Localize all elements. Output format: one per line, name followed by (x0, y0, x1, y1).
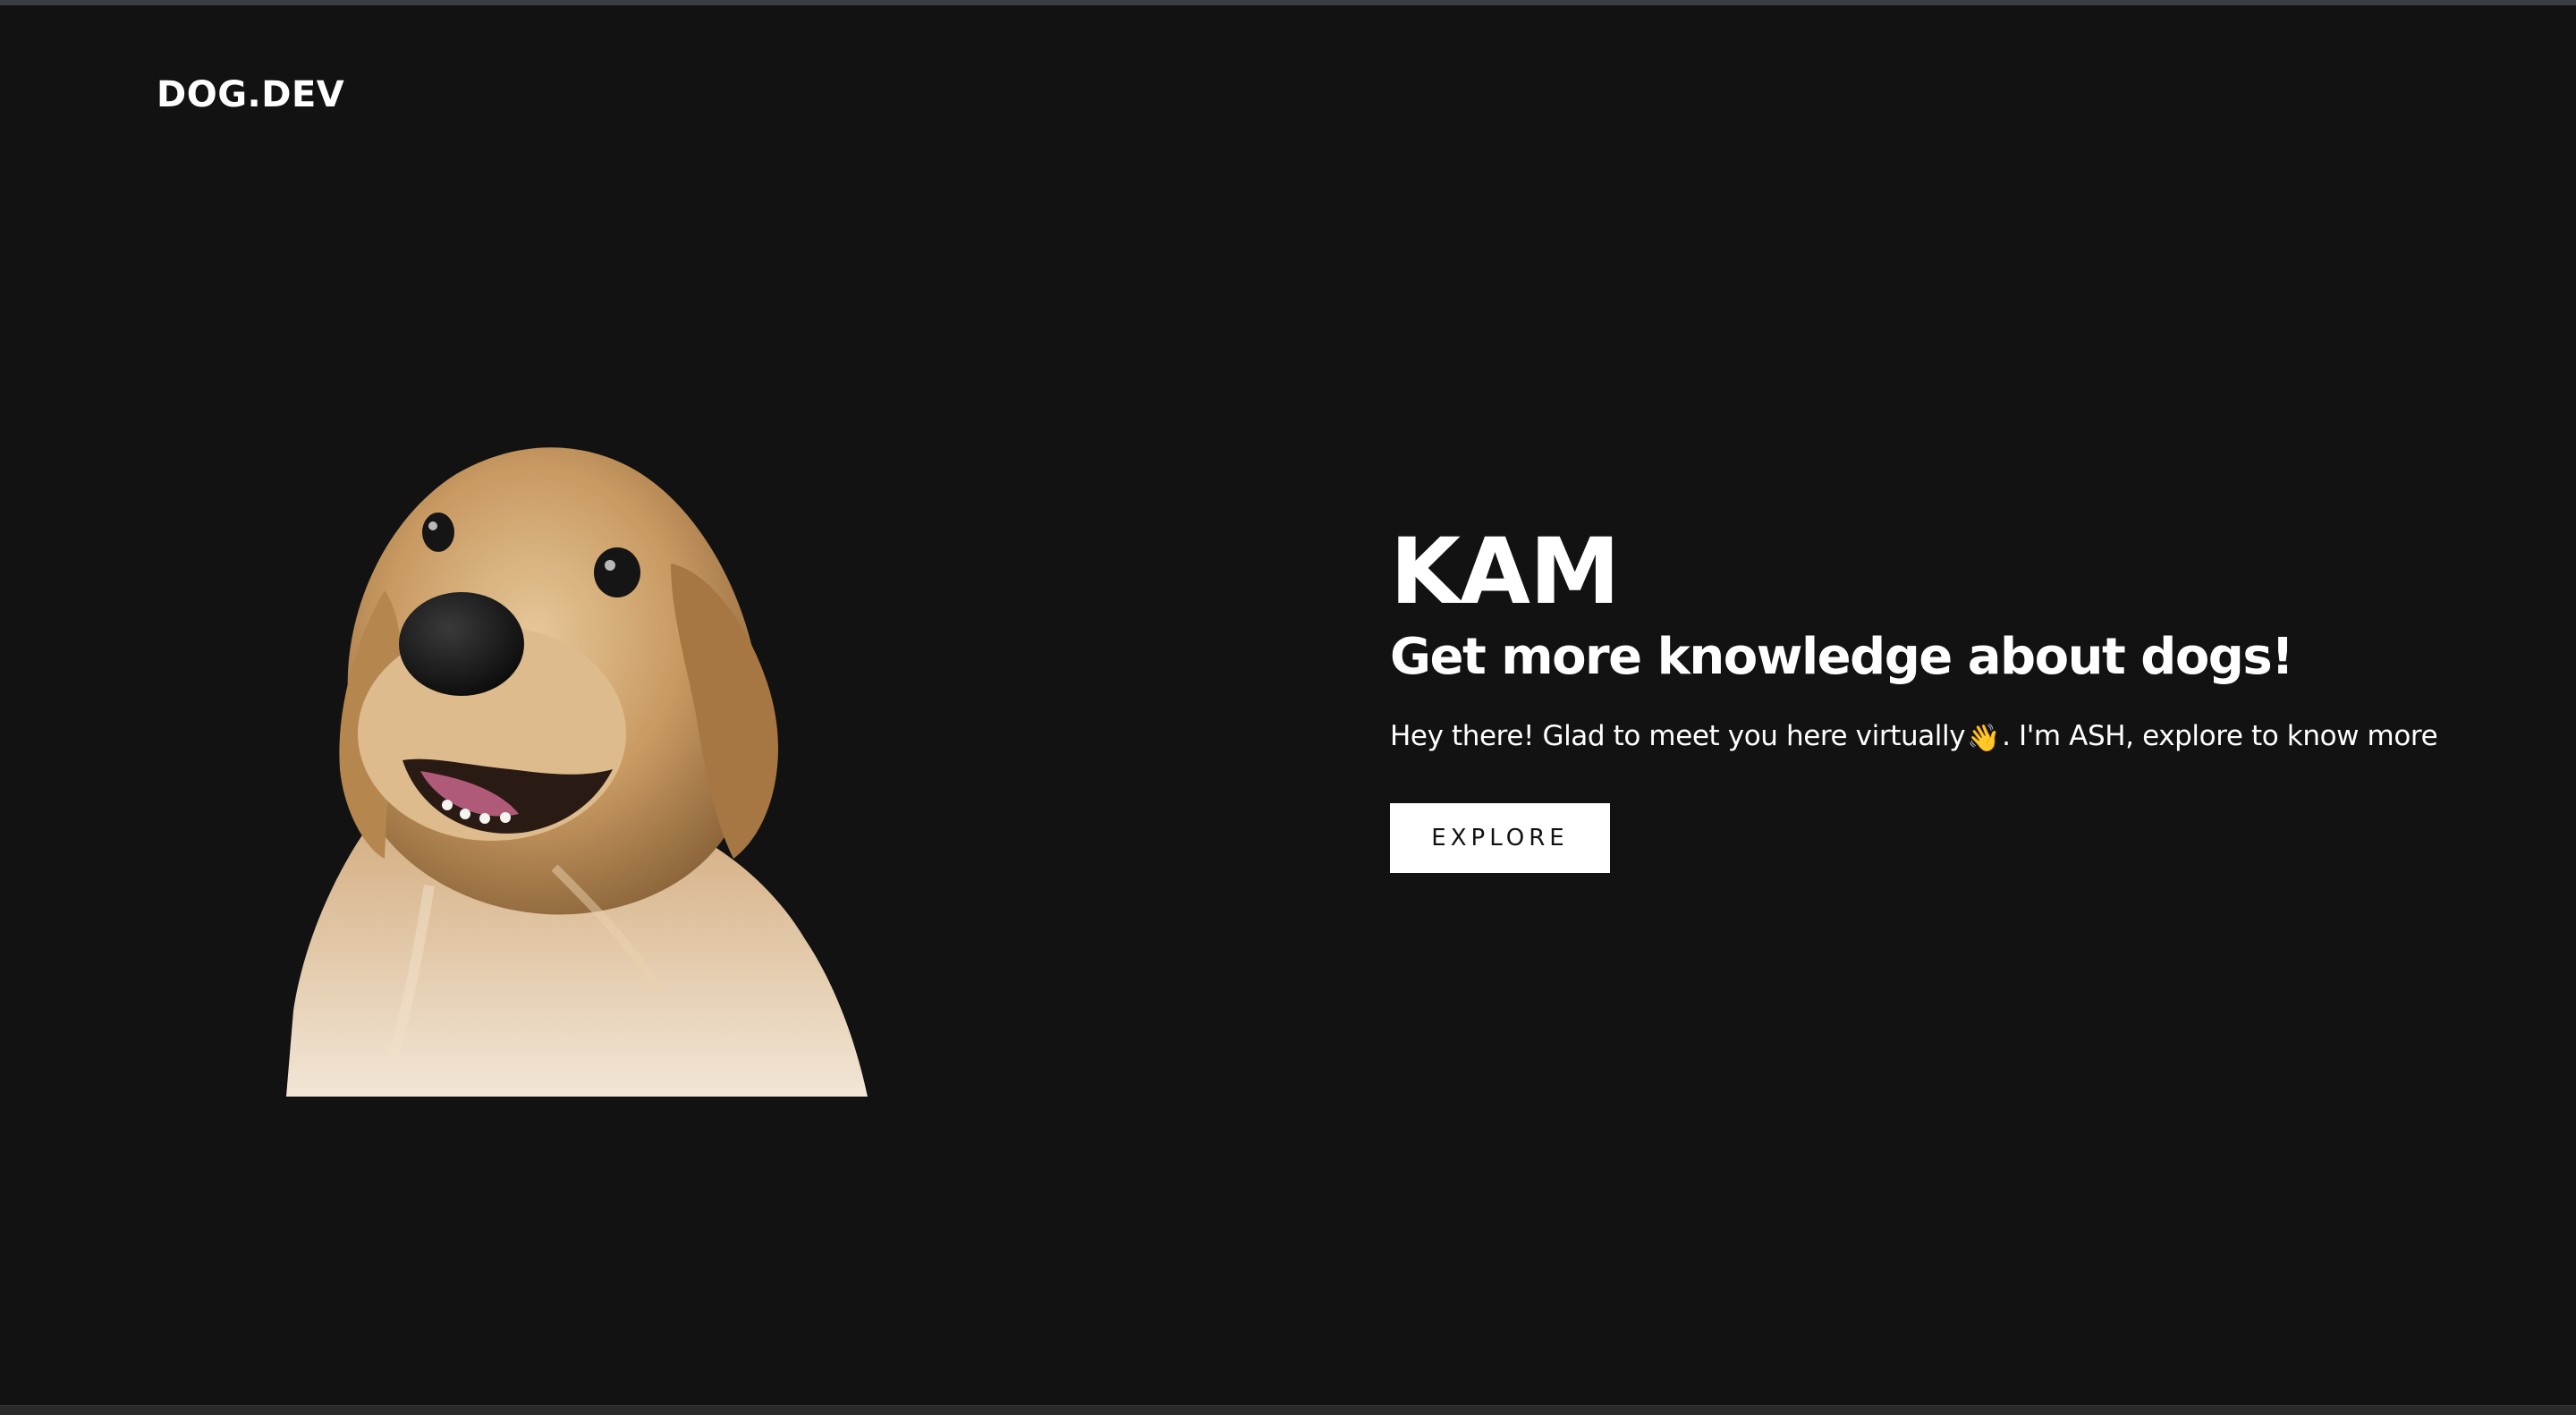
hero-subtitle: Get more knowledge about dogs! (1390, 628, 2294, 686)
hero-title: KAM (1390, 519, 1620, 625)
browser-bottom-strip (0, 1405, 2576, 1415)
hero-description: Hey there! Glad to meet you here virtual… (1390, 716, 2508, 758)
hero-section: KAM Get more knowledge about dogs! Hey t… (1390, 523, 2508, 873)
dog-image (286, 438, 877, 1097)
page: DOG.DEV KAM Get more knowledge about dog… (0, 0, 2576, 1415)
browser-top-strip (0, 0, 2576, 5)
waving-hand-icon: 👋 (1967, 723, 2001, 754)
hero-text-part2: . I'm ASH, explore to know more (2002, 720, 2438, 752)
site-logo[interactable]: DOG.DEV (157, 73, 344, 116)
explore-button[interactable]: EXPLORE (1390, 803, 1610, 873)
hero-text-part1: Hey there! Glad to meet you here virtual… (1390, 720, 1966, 752)
